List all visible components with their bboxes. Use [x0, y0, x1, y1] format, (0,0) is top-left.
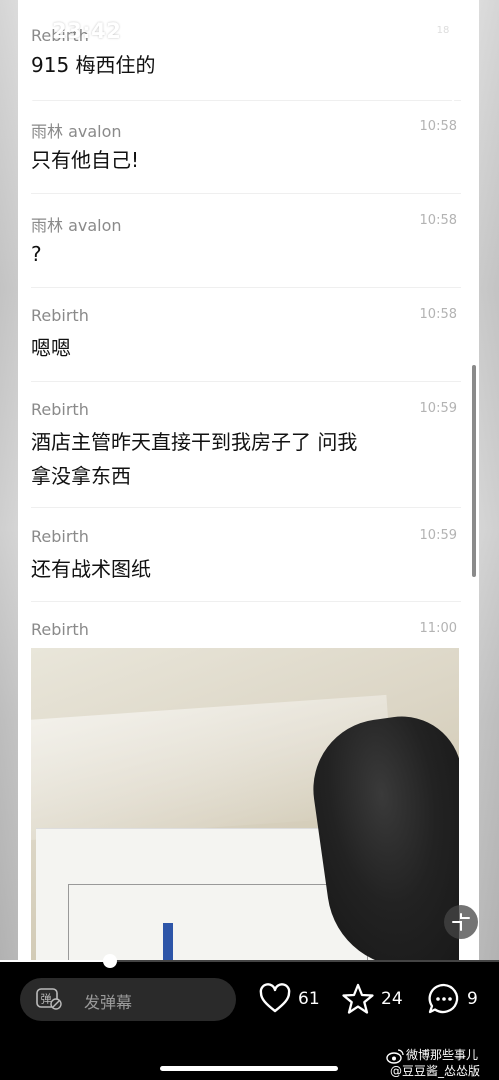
comment-icon	[428, 983, 459, 1014]
progress-knob[interactable]	[102, 954, 117, 968]
share-icon[interactable]	[451, 84, 477, 110]
collapse-arrows-icon	[452, 913, 470, 931]
status-time: 23:42	[52, 19, 122, 43]
divider	[31, 601, 461, 602]
battery-icon: 18	[428, 25, 461, 40]
divider	[31, 507, 461, 508]
like-button[interactable]: 61	[258, 982, 322, 1018]
background-shade-right	[477, 0, 499, 962]
battery-percent: 18	[436, 25, 450, 36]
message-sender: Rebirth	[31, 620, 89, 639]
svg-text:弹: 弹	[41, 992, 52, 1006]
message-photo[interactable]	[31, 648, 459, 962]
message-sender: Rebirth	[31, 400, 89, 419]
signal-icon	[366, 25, 386, 41]
favorite-button[interactable]: 24	[341, 982, 405, 1018]
message-time: 10:58	[419, 307, 457, 322]
photo-blue-tag	[163, 923, 173, 962]
danmu-input[interactable]: 弹 发弹幕	[20, 978, 236, 1021]
chat-history-panel[interactable]: Rebirth 915 梅西住的 雨林 avalon 10:58 只有他自己! …	[18, 0, 479, 962]
comment-button[interactable]: 9	[427, 982, 483, 1018]
home-indicator[interactable]	[160, 1066, 338, 1071]
message-sender: 雨林 avalon	[31, 216, 122, 235]
scrollbar[interactable]	[472, 365, 476, 577]
message-text: 酒店主管昨天直接干到我房子了 问我拿没拿东西	[31, 430, 358, 488]
message-time: 10:58	[419, 213, 457, 228]
danmu-placeholder: 发弹幕	[84, 993, 133, 1012]
message-text: ?	[31, 242, 42, 266]
heart-icon	[259, 983, 291, 1013]
divider	[31, 381, 461, 382]
battery-cap	[458, 31, 461, 36]
star-icon	[342, 983, 374, 1014]
like-count: 61	[298, 989, 320, 1009]
watermark-line1: 微博那些事儿	[406, 1048, 479, 1062]
message-sender: Rebirth	[31, 306, 89, 325]
message-text: 只有他自己!	[31, 148, 140, 172]
progress-fill	[0, 960, 110, 962]
divider	[31, 100, 461, 101]
favorite-count: 24	[381, 989, 403, 1009]
message-text: 嗯嗯	[31, 336, 71, 360]
message-time: 10:58	[419, 119, 457, 134]
message-text: 还有战术图纸	[31, 557, 151, 581]
watermark: 微博那些事儿 @豆豆酱_怂怂版	[386, 1046, 499, 1078]
message-time: 10:59	[419, 401, 457, 416]
message-time: 10:59	[419, 528, 457, 543]
expand-button[interactable]	[444, 905, 478, 939]
danmu-icon: 弹	[36, 988, 62, 1010]
photo-paper-border	[68, 884, 368, 962]
divider	[31, 193, 461, 194]
message-time: 11:00	[419, 621, 457, 636]
status-bar: 23:42 18	[0, 0, 499, 66]
message-sender: Rebirth	[31, 527, 89, 546]
back-arrow-icon[interactable]	[22, 84, 44, 110]
watermark-line2: @豆豆酱_怂怂版	[390, 1064, 481, 1078]
comment-count: 9	[467, 989, 478, 1009]
wifi-icon	[398, 22, 420, 39]
message-sender: 雨林 avalon	[31, 122, 122, 141]
divider	[31, 287, 461, 288]
